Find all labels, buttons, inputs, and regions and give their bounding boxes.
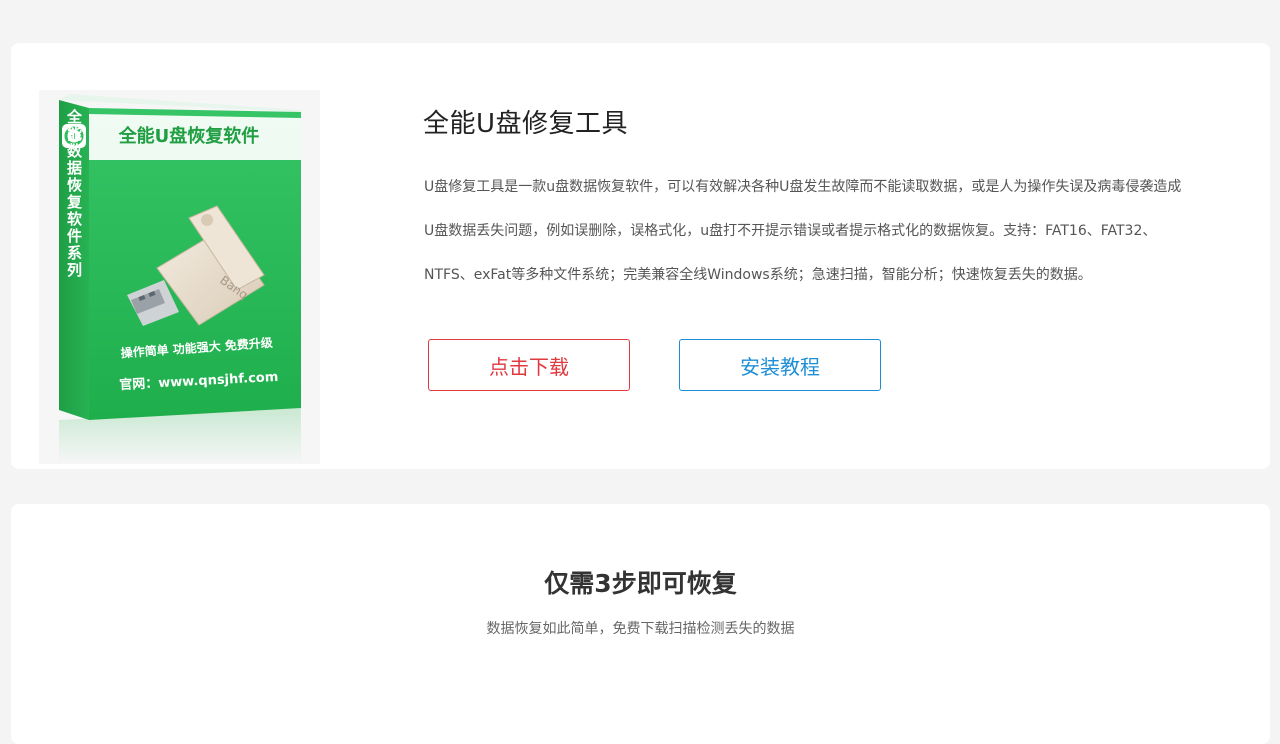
box-side-text: 全能数据恢复软件系列 (65, 108, 83, 279)
steps-title: 仅需3步即可恢复 (544, 569, 737, 598)
product-card: Banq 全能U盘恢复软件 全能数据恢复软件系列 操作简单 功能强大 免费升级 … (11, 43, 1270, 469)
product-description-line-3: NTFS、exFat等多种文件系统；完美兼容全线Windows系统；急速扫描，智… (424, 267, 1092, 283)
product-description-line-2: U盘数据丢失问题，例如误删除，误格式化，u盘打不开提示错误或者提示格式化的数据恢… (424, 223, 1157, 239)
product-description-line-1: U盘修复工具是一款u盘数据恢复软件，可以有效解决各种U盘发生故障而不能读取数据，… (424, 179, 1182, 195)
download-button[interactable]: 点击下载 (428, 339, 630, 391)
product-box-image: Banq 全能U盘恢复软件 全能数据恢复软件系列 操作简单 功能强大 免费升级 … (39, 90, 320, 464)
box-title: 全能U盘恢复软件 (118, 125, 260, 147)
install-tutorial-button[interactable]: 安装教程 (679, 339, 881, 391)
product-title: 全能U盘修复工具 (423, 109, 629, 139)
steps-card: 仅需3步即可恢复 数据恢复如此简单，免费下载扫描检测丢失的数据 (11, 504, 1270, 744)
steps-subtitle: 数据恢复如此简单，免费下载扫描检测丢失的数据 (486, 621, 795, 637)
